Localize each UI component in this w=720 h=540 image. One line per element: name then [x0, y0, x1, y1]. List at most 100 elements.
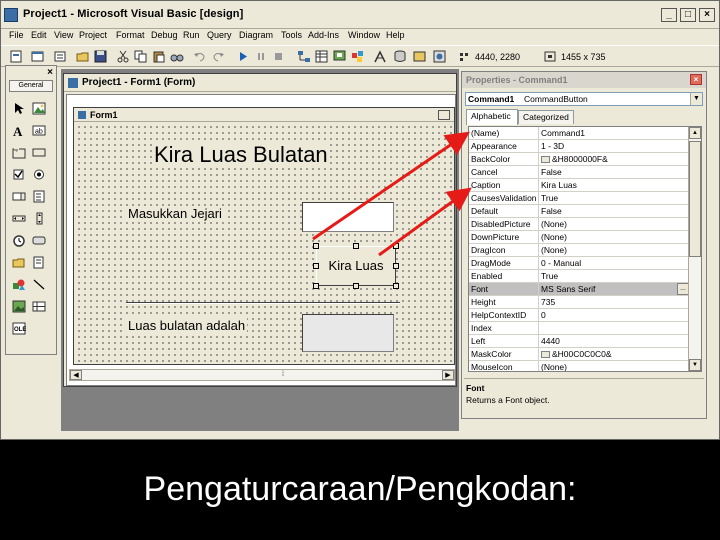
property-row[interactable]: Caption Kira Luas: [469, 179, 689, 192]
title-label[interactable]: Kira Luas Bulatan: [152, 142, 330, 168]
property-value[interactable]: (None): [541, 362, 671, 371]
property-row[interactable]: Left 4440: [469, 335, 689, 348]
close-button[interactable]: ×: [699, 8, 715, 22]
menu-add-ins[interactable]: Add-Ins: [308, 30, 339, 40]
toolbox-tab-general[interactable]: General: [9, 80, 53, 92]
property-row[interactable]: Default False: [469, 205, 689, 218]
menu-diagram[interactable]: Diagram: [239, 30, 273, 40]
property-row[interactable]: MouseIcon (None): [469, 361, 689, 371]
commandbutton-tool-icon[interactable]: [32, 146, 46, 159]
property-row[interactable]: DisabledPicture (None): [469, 218, 689, 231]
property-value[interactable]: (None): [541, 245, 671, 257]
dirlistbox-tool-icon[interactable]: [12, 256, 26, 269]
object-selector-combo[interactable]: Command1 CommandButton ▼: [465, 92, 703, 106]
cut-icon[interactable]: [116, 50, 130, 63]
menu-tools[interactable]: Tools: [281, 30, 302, 40]
separator-line[interactable]: [126, 302, 400, 304]
property-row[interactable]: DownPicture (None): [469, 231, 689, 244]
project-explorer-icon[interactable]: [297, 50, 311, 63]
resize-handle-w[interactable]: [313, 263, 319, 269]
designer-horizontal-scrollbar[interactable]: ◀ ⁞ ▶: [69, 369, 455, 381]
property-value[interactable]: [541, 323, 671, 335]
filelistbox-tool-icon[interactable]: [32, 256, 46, 269]
menu-file[interactable]: File: [9, 30, 24, 40]
property-row[interactable]: DragMode 0 - Manual: [469, 257, 689, 270]
combobox-tool-icon[interactable]: [12, 190, 26, 203]
menu-edit[interactable]: Edit: [31, 30, 47, 40]
shape-tool-icon[interactable]: [12, 278, 26, 291]
property-row[interactable]: Index: [469, 322, 689, 335]
picturebox-tool-icon[interactable]: [32, 102, 46, 115]
chevron-down-icon[interactable]: ▼: [690, 93, 702, 105]
property-value[interactable]: (None): [541, 219, 671, 231]
open-project-icon[interactable]: [76, 50, 90, 63]
calculate-area-button[interactable]: Kira Luas: [316, 246, 396, 286]
line-tool-icon[interactable]: [32, 278, 46, 291]
property-value[interactable]: (None): [541, 232, 671, 244]
data-tool-icon[interactable]: [32, 300, 46, 313]
radius-prompt-label[interactable]: Masukkan Jejari: [126, 206, 224, 221]
add-project-icon[interactable]: [9, 50, 23, 63]
property-value[interactable]: True: [541, 271, 671, 283]
property-value[interactable]: 735: [541, 297, 671, 309]
property-row[interactable]: Appearance 1 - 3D: [469, 140, 689, 153]
optionbutton-tool-icon[interactable]: [32, 168, 46, 181]
menu-run[interactable]: Run: [183, 30, 200, 40]
menu-help[interactable]: Help: [386, 30, 405, 40]
resize-handle-s[interactable]: [353, 283, 359, 289]
properties-window-icon[interactable]: [315, 50, 329, 63]
properties-close-button[interactable]: ×: [690, 74, 702, 85]
scroll-right-icon[interactable]: ▶: [442, 370, 454, 380]
resize-handle-se[interactable]: [393, 283, 399, 289]
drivelistbox-tool-icon[interactable]: [32, 234, 46, 247]
scroll-up-icon[interactable]: ▲: [689, 127, 701, 139]
property-value[interactable]: 0: [541, 310, 671, 322]
form1-window[interactable]: Form1 Kira Luas Bulatan Masukkan Jejari …: [73, 107, 455, 365]
form-designer-title-bar[interactable]: Project1 - Form1 (Form): [64, 74, 456, 92]
menu-debug[interactable]: Debug: [151, 30, 178, 40]
toolbox-close-button[interactable]: ×: [47, 67, 53, 78]
menu-query[interactable]: Query: [207, 30, 232, 40]
pointer-tool-icon[interactable]: [12, 102, 26, 115]
properties-title-bar[interactable]: Properties - Command1 ×: [462, 72, 706, 88]
minimize-button[interactable]: _: [661, 8, 677, 22]
label-tool-icon[interactable]: A: [12, 124, 26, 137]
property-row[interactable]: Font MS Sans Serif...: [469, 283, 689, 296]
property-value[interactable]: 0 - Manual: [541, 258, 671, 270]
scroll-down-icon[interactable]: ▼: [689, 359, 701, 371]
ole-tool-icon[interactable]: OLE: [12, 322, 26, 335]
property-row[interactable]: DragIcon (None): [469, 244, 689, 257]
property-value[interactable]: &H8000000F&: [541, 154, 671, 166]
hscrollbar-tool-icon[interactable]: [12, 212, 26, 225]
result-caption-label[interactable]: Luas bulatan adalah: [126, 318, 248, 333]
radius-textbox[interactable]: [302, 202, 394, 232]
property-value[interactable]: Kira Luas: [541, 180, 671, 192]
object-browser-icon[interactable]: [351, 50, 365, 63]
listbox-tool-icon[interactable]: [32, 190, 46, 203]
property-value[interactable]: True: [541, 193, 671, 205]
start-icon[interactable]: [236, 50, 250, 63]
result-display-label[interactable]: [302, 314, 394, 352]
property-value[interactable]: Command1: [541, 128, 671, 140]
property-value[interactable]: 4440: [541, 336, 671, 348]
menu-window[interactable]: Window: [348, 30, 380, 40]
add-form-icon[interactable]: [31, 50, 45, 63]
resize-handle-sw[interactable]: [313, 283, 319, 289]
property-value[interactable]: &H00C0C0C0&: [541, 349, 671, 361]
end-icon[interactable]: [272, 50, 286, 63]
property-value[interactable]: False: [541, 167, 671, 179]
resize-handle-ne[interactable]: [393, 243, 399, 249]
textbox-tool-icon[interactable]: ab: [32, 124, 46, 137]
find-icon[interactable]: [170, 50, 184, 63]
property-row[interactable]: HelpContextID 0: [469, 309, 689, 322]
maximize-button[interactable]: □: [680, 8, 696, 22]
property-row[interactable]: MaskColor &H00C0C0C0&: [469, 348, 689, 361]
scroll-thumb[interactable]: [689, 141, 701, 257]
property-row[interactable]: Cancel False: [469, 166, 689, 179]
resize-handle-n[interactable]: [353, 243, 359, 249]
checkbox-tool-icon[interactable]: [12, 168, 26, 181]
property-value[interactable]: 1 - 3D: [541, 141, 671, 153]
vscrollbar-tool-icon[interactable]: [32, 212, 46, 225]
tab-categorized[interactable]: Categorized: [518, 110, 574, 124]
undo-icon[interactable]: [193, 50, 207, 63]
